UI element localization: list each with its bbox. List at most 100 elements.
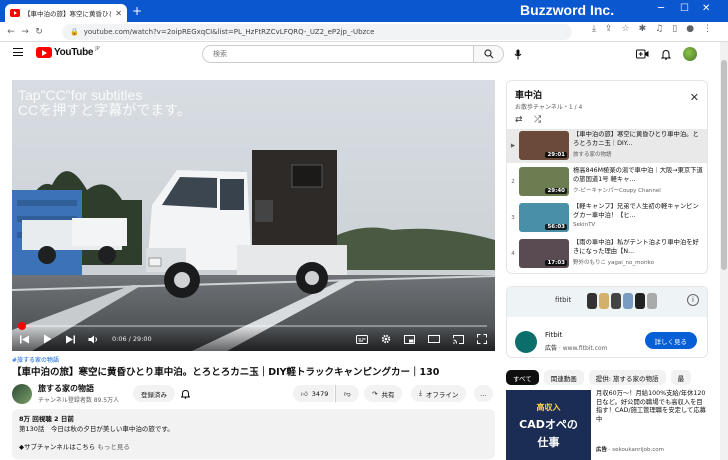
back-icon[interactable]: ← — [4, 27, 18, 37]
cast-icon[interactable] — [453, 334, 464, 344]
video-player[interactable]: Tap"CC"for subtitles CCを押すと字幕がでます。 0:06 … — [12, 80, 495, 351]
playlist-channel: 野外のもりこ yagai_no_moriko — [573, 260, 654, 266]
theater-mode-icon[interactable] — [428, 335, 440, 343]
subtitles-cc-icon[interactable] — [356, 334, 368, 344]
ad-url-text: www.fitbit.com — [562, 345, 608, 352]
recommendation-filter-chips: すべて 関連動画 提供: 旅する家の物語最 — [506, 370, 716, 386]
ad-thumbnail: 高収入 CADオペの 仕事 — [506, 390, 591, 460]
shuffle-icon[interactable]: ⤮ — [534, 115, 541, 125]
description-line2: ◆サブチャンネルはこちら — [19, 443, 96, 451]
region-label: JP — [95, 45, 100, 52]
media-icon[interactable]: ♫ — [655, 24, 663, 34]
youtube-logo[interactable]: YouTube JP — [36, 45, 100, 58]
channel-name[interactable]: 旅する家の物語 — [38, 383, 94, 394]
filter-chip[interactable]: 最 — [670, 370, 692, 385]
video-title: 【車中泊の旅】寒空に黄昏ひとり車中泊。とろとろカニ玉｜DIY軽トラックキャンピン… — [12, 367, 440, 378]
voice-search-button[interactable] — [511, 47, 525, 61]
filter-chip[interactable]: 提供: 旅する家の物語 — [588, 370, 666, 385]
progress-scrubber[interactable] — [17, 322, 26, 330]
settings-gear-icon[interactable] — [381, 334, 391, 344]
thumb-line2: CADオペの — [519, 418, 578, 431]
miniplayer-icon[interactable] — [404, 334, 415, 344]
microphone-icon — [514, 49, 522, 59]
recommended-ad[interactable]: 高収入 CADオペの 仕事 月収60万～！月給100%支給/年休120日など。好… — [506, 390, 721, 460]
volume-icon[interactable] — [88, 335, 99, 344]
address-bar[interactable]: 🔒 youtube.com/watch?v=2oipREGxqCI&list=P… — [62, 24, 572, 40]
playlist-video-title: 標高846M極楽の湯で車中泊｜大阪→東京下道の旅国道1号 軽キャ... — [573, 167, 703, 183]
ad-card[interactable]: fitbit i Fitbit 広告 · www.fitbit.com 詳しく見… — [506, 286, 708, 358]
description-box[interactable]: 8万 回視聴 2 日前 第130話 今日は秋の夕日が美しい車中泊の旅です。 ◆サ… — [12, 409, 495, 459]
close-playlist-icon[interactable]: ✕ — [690, 91, 699, 104]
time-display: 0:06 / 29:00 — [112, 335, 152, 343]
profile-icon[interactable]: ● — [686, 24, 694, 34]
reload-icon[interactable]: ↻ — [32, 27, 46, 37]
search-input[interactable] — [203, 46, 473, 62]
menu-kebab-icon[interactable]: ⋮ — [703, 24, 712, 34]
brand-watermark: Buzzword Inc. — [520, 2, 615, 18]
previous-icon[interactable] — [20, 335, 30, 344]
download-arrow-icon: ⤓ — [419, 389, 422, 397]
subscribed-button[interactable]: 登録済み — [133, 385, 175, 402]
subtitle-hint-overlay: Tap"CC"for subtitles CCを押すと字幕がでます。 — [18, 88, 191, 118]
playlist-channel: ク-ピーキャンパーCoupy Channel — [573, 188, 661, 194]
playlist-index: 2 — [511, 179, 515, 185]
search-button[interactable] — [473, 46, 503, 62]
download-icon[interactable]: ⤓ — [592, 24, 596, 34]
show-more-link[interactable]: もっと見る — [97, 443, 130, 451]
new-tab-icon[interactable]: + — [132, 4, 142, 18]
owner-row: 旅する家の物語 チャンネル登録者数 89.5万人 登録済み 👍︎ 3479 👎︎… — [12, 383, 495, 405]
minimize-icon[interactable]: ─ — [658, 3, 664, 14]
sidepanel-icon[interactable]: ▯ — [672, 24, 677, 34]
browser-tab[interactable]: 【車中泊の旅】寒空に黄昏ひとり ✕ — [5, 4, 127, 22]
hashtag-link[interactable]: #旅する家の物語 — [12, 355, 59, 364]
youtube-play-icon — [36, 47, 52, 58]
filter-chip[interactable]: すべて — [506, 370, 539, 385]
ad-info-icon[interactable]: i — [687, 294, 699, 306]
loop-playlist-icon[interactable]: ⇄ — [515, 115, 523, 125]
playlist-item[interactable]: 2 29:40 標高846M極楽の湯で車中泊｜大阪→東京下道の旅国道1号 軽キャ..… — [507, 165, 707, 199]
hamburger-menu-icon[interactable] — [13, 48, 23, 56]
bookmark-star-icon[interactable]: ☆ — [622, 24, 630, 34]
scrollbar-thumb[interactable] — [721, 60, 727, 270]
share-button[interactable]: ↷ 共有 — [364, 385, 403, 402]
playlist-item[interactable]: 4 17:03 【雨の車中泊】私がテント泊より車中泊を好きになった理由【N... 野外… — [507, 237, 707, 271]
channel-avatar[interactable] — [12, 384, 32, 404]
playlist-item[interactable]: ▶ 29:01 【車中泊の旅】寒空に黄昏ひとり車中泊。とろとろカニ玉｜DIY... 旅… — [507, 129, 707, 163]
like-button[interactable]: 👍︎ 3479 — [293, 385, 335, 402]
thumb-line3: 仕事 — [537, 436, 560, 449]
notification-bell-icon[interactable] — [181, 389, 190, 399]
tab-title: 【車中泊の旅】寒空に黄昏ひとり — [24, 10, 111, 18]
playlist-title[interactable]: 車中泊 — [515, 88, 542, 101]
close-tab-icon[interactable]: ✕ — [115, 9, 122, 18]
playlist-thumbnail: 17:03 — [519, 239, 569, 268]
share-page-icon[interactable]: ⇪ — [605, 24, 613, 34]
subscribed-label: 登録済み — [141, 390, 167, 399]
dislike-button[interactable]: 👎︎ — [335, 385, 359, 402]
more-actions-button[interactable]: … — [474, 385, 493, 402]
page-scrollbar[interactable] — [720, 42, 728, 460]
notifications-bell-icon[interactable] — [661, 49, 671, 60]
ad-url: 広告 · www.fitbit.com — [545, 345, 608, 352]
fitbit-banner-logo: fitbit — [555, 296, 572, 304]
duration-badge: 29:01 — [545, 152, 567, 158]
extensions-icon[interactable]: ✱ — [639, 24, 647, 34]
play-icon[interactable] — [43, 334, 52, 344]
close-window-icon[interactable]: ✕ — [702, 3, 710, 14]
fitbit-logo — [515, 331, 537, 353]
next-icon[interactable] — [65, 335, 75, 344]
thumbs-down-icon: 👎︎ — [344, 389, 351, 398]
forward-icon[interactable]: → — [18, 27, 32, 37]
playlist-item[interactable]: 3 56:03 【軽キャンプ】兄弟で人生初の軽キャンピングカー車中泊！【ヒ... Se… — [507, 201, 707, 235]
maximize-icon[interactable]: ☐ — [680, 3, 689, 14]
fullscreen-icon[interactable] — [477, 334, 487, 344]
playlist-index: 3 — [511, 215, 515, 221]
playlist-panel: 車中泊 お散歩チャンネル・1 / 4 ✕ ⇄ ⤮ ▶ 29:01 【車中泊の旅】寒空… — [506, 80, 708, 274]
learn-more-button[interactable]: 詳しく見る — [644, 332, 697, 349]
filter-chip[interactable]: 関連動画 — [543, 370, 584, 385]
progress-bar[interactable] — [17, 322, 487, 330]
create-video-icon[interactable] — [636, 49, 649, 59]
ad-label: 広告 — [545, 345, 558, 352]
offline-download-button[interactable]: ⤓ オフライン — [411, 385, 467, 402]
user-avatar[interactable] — [683, 47, 697, 61]
playlist-thumbnail: 56:03 — [519, 203, 569, 232]
